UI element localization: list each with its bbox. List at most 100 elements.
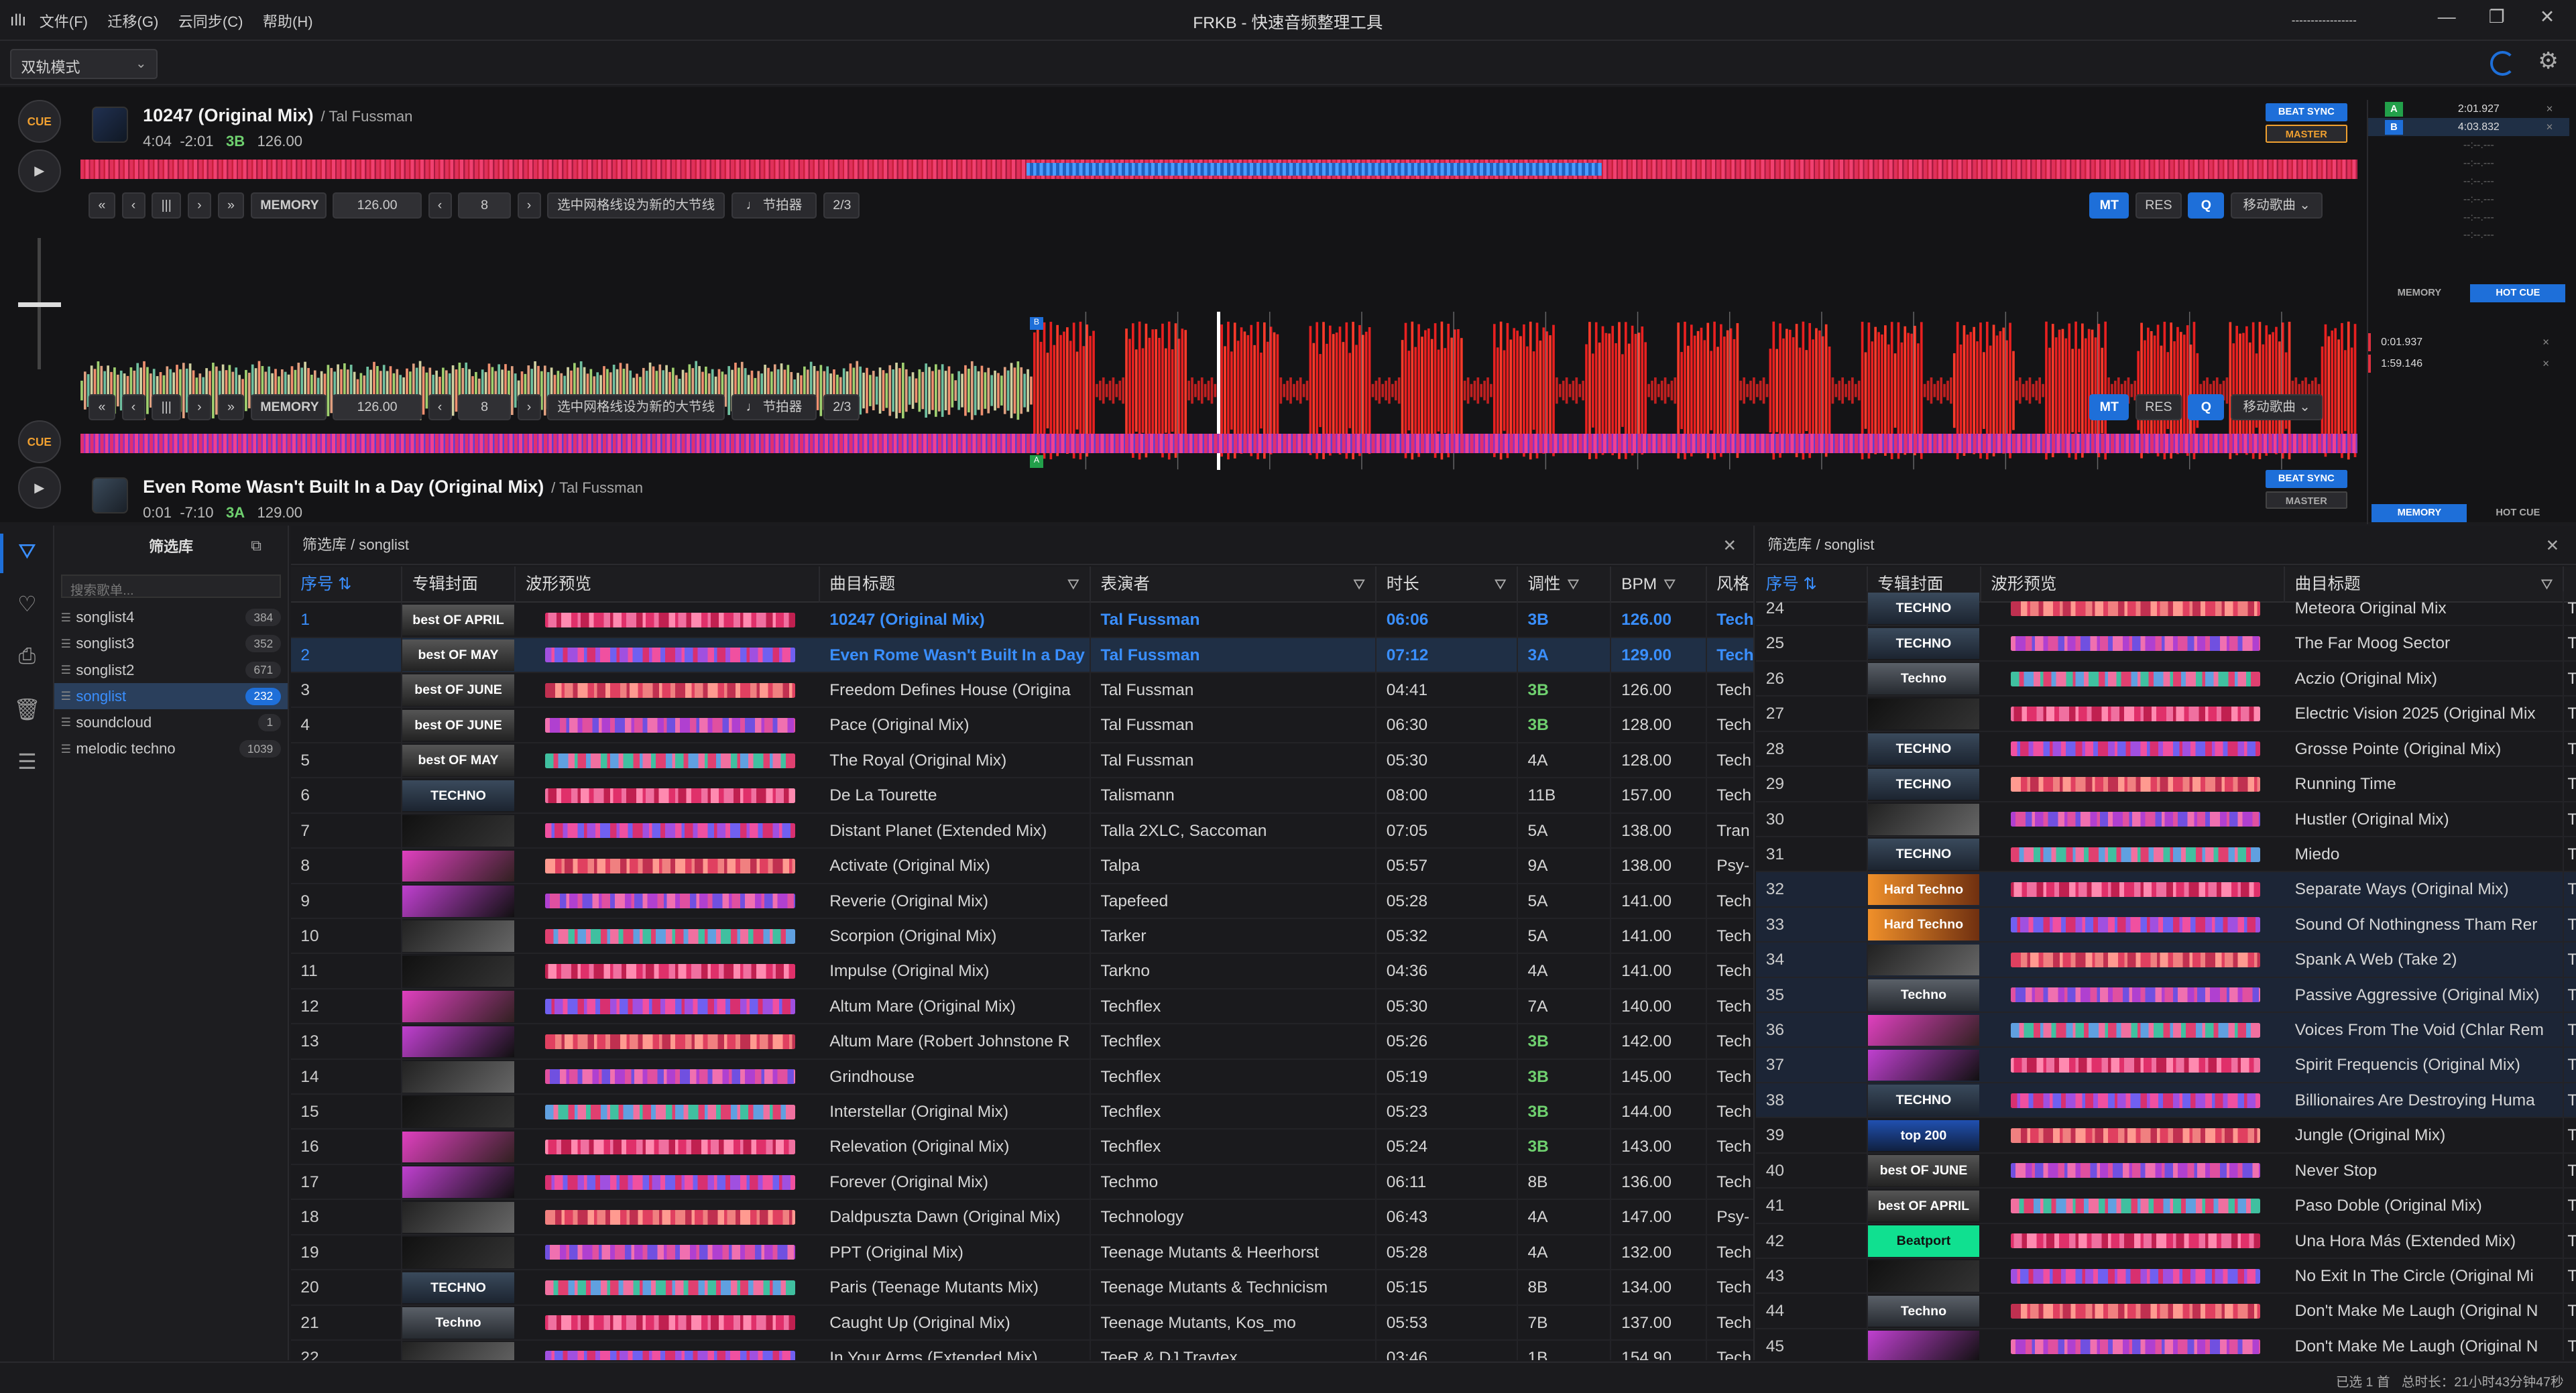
deck1-metronome-button[interactable]: ♩ 节拍器 bbox=[731, 192, 817, 219]
table-row[interactable]: 24TECHNO Meteora Original MixT bbox=[1756, 591, 2576, 627]
deck1-q-button[interactable]: Q bbox=[2188, 192, 2225, 219]
deck1-memory-button[interactable]: MEMORY bbox=[250, 192, 327, 219]
deck2-grid-button[interactable]: ||| bbox=[152, 393, 182, 421]
column-header[interactable]: 时长 ⛛ bbox=[1377, 566, 1518, 603]
cue-slot-empty[interactable]: --:--.--- bbox=[2368, 190, 2569, 208]
tab-hotcue-top[interactable]: HOT CUE bbox=[2470, 284, 2566, 302]
column-header[interactable]: 调性 ⛛ bbox=[1518, 566, 1612, 603]
table-row[interactable]: 18 Daldpuszta Dawn (Original Mix) Technolo… bbox=[290, 1200, 1753, 1235]
deck2-mt-button[interactable]: MT bbox=[2089, 393, 2129, 421]
column-header[interactable]: 序号 ⇅ bbox=[291, 566, 403, 603]
memory-cue-1[interactable]: 0:01.937 × bbox=[2368, 333, 2565, 352]
table-row[interactable]: 35 Techno Passive Aggressive (Original Mix… bbox=[1756, 977, 2576, 1014]
favorites-heart-icon[interactable]: ♡ bbox=[13, 591, 42, 619]
trash-icon[interactable]: 🗑 bbox=[13, 696, 42, 725]
table-row[interactable]: 1 best OF APRIL 10247 (Original Mix) Tal Fu… bbox=[290, 603, 1753, 638]
deck2-beats-dec-button[interactable]: ‹ bbox=[428, 393, 452, 421]
pitch-slider-handle[interactable] bbox=[17, 302, 61, 308]
list-icon[interactable]: ☰ bbox=[13, 749, 42, 777]
table-row[interactable]: 28TECHNO Grosse Pointe (Original Mix)T bbox=[1756, 731, 2576, 768]
table-row[interactable]: 41 best OF APRIL Paso Doble (Original Mix)… bbox=[1756, 1189, 2576, 1224]
deck2-skip-back-button[interactable]: « bbox=[89, 393, 115, 421]
table-row[interactable]: 40best OF JUNE Never StopT bbox=[1756, 1153, 2576, 1189]
filter-icon[interactable]: ⛛ bbox=[1067, 566, 1080, 603]
close-pane-icon[interactable]: ✕ bbox=[2546, 536, 2560, 556]
maximize-icon[interactable]: ❐ bbox=[2489, 7, 2505, 27]
playlist-search-input[interactable]: 搜索歌单... bbox=[60, 574, 282, 598]
deck2-q-button[interactable]: Q bbox=[2188, 393, 2225, 421]
playlist-item[interactable]: ☰ melodic techno 1039 bbox=[54, 736, 288, 762]
deck1-set-downbeat-button[interactable]: 选中网格线设为新的大节线 bbox=[547, 192, 725, 219]
collapse-icon[interactable]: ⧉ bbox=[251, 537, 261, 554]
deck1-mt-button[interactable]: MT bbox=[2089, 192, 2129, 219]
deck1-res-button[interactable]: RES bbox=[2135, 192, 2182, 219]
table-row[interactable]: 20 TECHNO Paris (Teenage Mutants Mix) Teena… bbox=[290, 1270, 1753, 1306]
deck1-next-button[interactable]: › bbox=[187, 192, 211, 219]
table-row[interactable]: 5 best OF MAY The Royal (Original Mix) Tal … bbox=[290, 743, 1753, 779]
playlist-item[interactable]: ☰ songlist4 384 bbox=[54, 605, 288, 631]
deck1-beat-sync-button[interactable]: BEAT SYNC bbox=[2265, 103, 2348, 122]
deck1-cue-button[interactable]: CUE bbox=[17, 100, 61, 143]
table-row[interactable]: 39top 200 Jungle (Original Mix)T bbox=[1756, 1118, 2576, 1154]
table-row[interactable]: 43 No Exit In The Circle (Original MiT bbox=[1756, 1259, 2576, 1294]
deck2-set-downbeat-button[interactable]: 选中网格线设为新的大节线 bbox=[547, 393, 725, 421]
deck1-skip-fwd-button[interactable]: » bbox=[217, 192, 245, 219]
cue-delete-icon[interactable]: × bbox=[2546, 120, 2569, 134]
memory-cue-2[interactable]: 1:59.146 × bbox=[2368, 355, 2565, 373]
deck1-prev-button[interactable]: ‹ bbox=[121, 192, 145, 219]
playlist-item[interactable]: ☰ soundcloud 1 bbox=[54, 709, 288, 735]
table-row[interactable]: 21 Techno Caught Up (Original Mix) Teenage … bbox=[290, 1305, 1753, 1341]
deck1-beats-inc-button[interactable]: › bbox=[517, 192, 541, 219]
column-header[interactable]: 风格 bbox=[1707, 566, 1753, 603]
sort-icon[interactable]: ⇅ bbox=[333, 575, 352, 593]
deck2-ratio[interactable]: 2/3 bbox=[823, 393, 860, 421]
deck1-master-button[interactable]: MASTER bbox=[2265, 125, 2348, 143]
playlist-item[interactable]: ☰ songlist3 352 bbox=[54, 631, 288, 657]
deck2-beats-inc-button[interactable]: › bbox=[517, 393, 541, 421]
deck2-overview-waveform[interactable] bbox=[80, 433, 2357, 454]
deck2-memory-button[interactable]: MEMORY bbox=[250, 393, 327, 421]
cue-delete-icon[interactable]: × bbox=[2546, 102, 2569, 116]
table-row[interactable]: 44Techno Don't Make Me Laugh (Original NT bbox=[1756, 1294, 2576, 1329]
deck2-beat-sync-button[interactable]: BEAT SYNC bbox=[2265, 469, 2348, 488]
cue-slot-empty[interactable]: --:--.--- bbox=[2368, 227, 2569, 245]
table-row[interactable]: 22 In Your Arms (Extended Mix) TeeR & DJ T… bbox=[291, 1341, 1753, 1360]
table-row[interactable]: 27 Electric Vision 2025 (Original MixT bbox=[1756, 696, 2576, 732]
table-row[interactable]: 42Beatport Una Hora Más (Extended Mix)T bbox=[1756, 1223, 2576, 1260]
tab-memory-top[interactable]: MEMORY bbox=[2378, 284, 2461, 302]
settings-gear-icon[interactable]: ⚙ bbox=[2538, 48, 2559, 74]
deck2-beats-value[interactable]: 8 bbox=[458, 393, 511, 421]
table-row[interactable]: 14 Grindhouse Techflex 05:19 3B 145.00 Tech bbox=[290, 1059, 1753, 1095]
column-header[interactable]: 波形预览 bbox=[516, 566, 820, 603]
deck2-res-button[interactable]: RES bbox=[2135, 393, 2182, 421]
table-row[interactable]: 8 Activate (Original Mix) Talpa 05:57 9A 138.… bbox=[290, 849, 1753, 884]
table-row[interactable]: 36 Voices From The Void (Chlar RemT bbox=[1756, 1013, 2576, 1048]
close-pane-icon[interactable]: ✕ bbox=[1723, 536, 1737, 556]
cue-marker-b[interactable]: B bbox=[1030, 316, 1043, 330]
cue-row-a[interactable]: A 2:01.927 × bbox=[2368, 100, 2569, 118]
table-row[interactable]: 13 Altum Mare (Robert Johnstone R Techflex… bbox=[290, 1024, 1753, 1060]
table-row[interactable]: 10 Scorpion (Original Mix) Tarker 05:32 5A 14… bbox=[290, 918, 1753, 955]
filter-icon[interactable]: ⛛ bbox=[1663, 576, 1676, 593]
filter-icon[interactable]: ⛛ bbox=[1495, 566, 1507, 603]
column-header[interactable]: 专辑封面 bbox=[402, 566, 516, 603]
cue-marker-a[interactable]: A bbox=[1030, 455, 1043, 469]
table-row[interactable]: 38 TECHNO Billionaires Are Destroying Huma… bbox=[1756, 1083, 2576, 1119]
table-row[interactable]: 9 Reverie (Original Mix) Tapefeed 05:28 5A 14… bbox=[290, 884, 1753, 919]
cue-slot-empty[interactable]: --:--.--- bbox=[2368, 208, 2569, 227]
deck1-bpm-input[interactable]: 126.00 bbox=[333, 192, 422, 219]
cue-slot-empty[interactable]: --:--.--- bbox=[2368, 136, 2569, 154]
filter-icon[interactable]: ⛛ bbox=[1567, 576, 1580, 593]
table-row[interactable]: 31TECHNO MiedoT bbox=[1756, 837, 2576, 873]
cue-slot-empty[interactable]: --:--.--- bbox=[2368, 172, 2569, 190]
table-row[interactable]: 33 Hard Techno Sound Of Nothingness Tham R… bbox=[1756, 907, 2576, 943]
table-row[interactable]: 25TECHNO The Far Moog SectorT bbox=[1756, 626, 2576, 662]
deck2-master-button[interactable]: MASTER bbox=[2265, 491, 2348, 509]
deck2-bpm-input[interactable]: 126.00 bbox=[333, 393, 422, 421]
deck2-prev-button[interactable]: ‹ bbox=[121, 393, 145, 421]
table-row[interactable]: 19 PPT (Original Mix) Teenage Mutants & He… bbox=[290, 1235, 1753, 1271]
close-icon[interactable]: ✕ bbox=[2540, 7, 2555, 27]
table-row[interactable]: 6 TECHNO De La Tourette Talismann 08:00 11B 15… bbox=[290, 778, 1753, 814]
tab-hotcue-bottom[interactable]: HOT CUE bbox=[2470, 504, 2565, 522]
deck1-grid-button[interactable]: ||| bbox=[152, 192, 182, 219]
